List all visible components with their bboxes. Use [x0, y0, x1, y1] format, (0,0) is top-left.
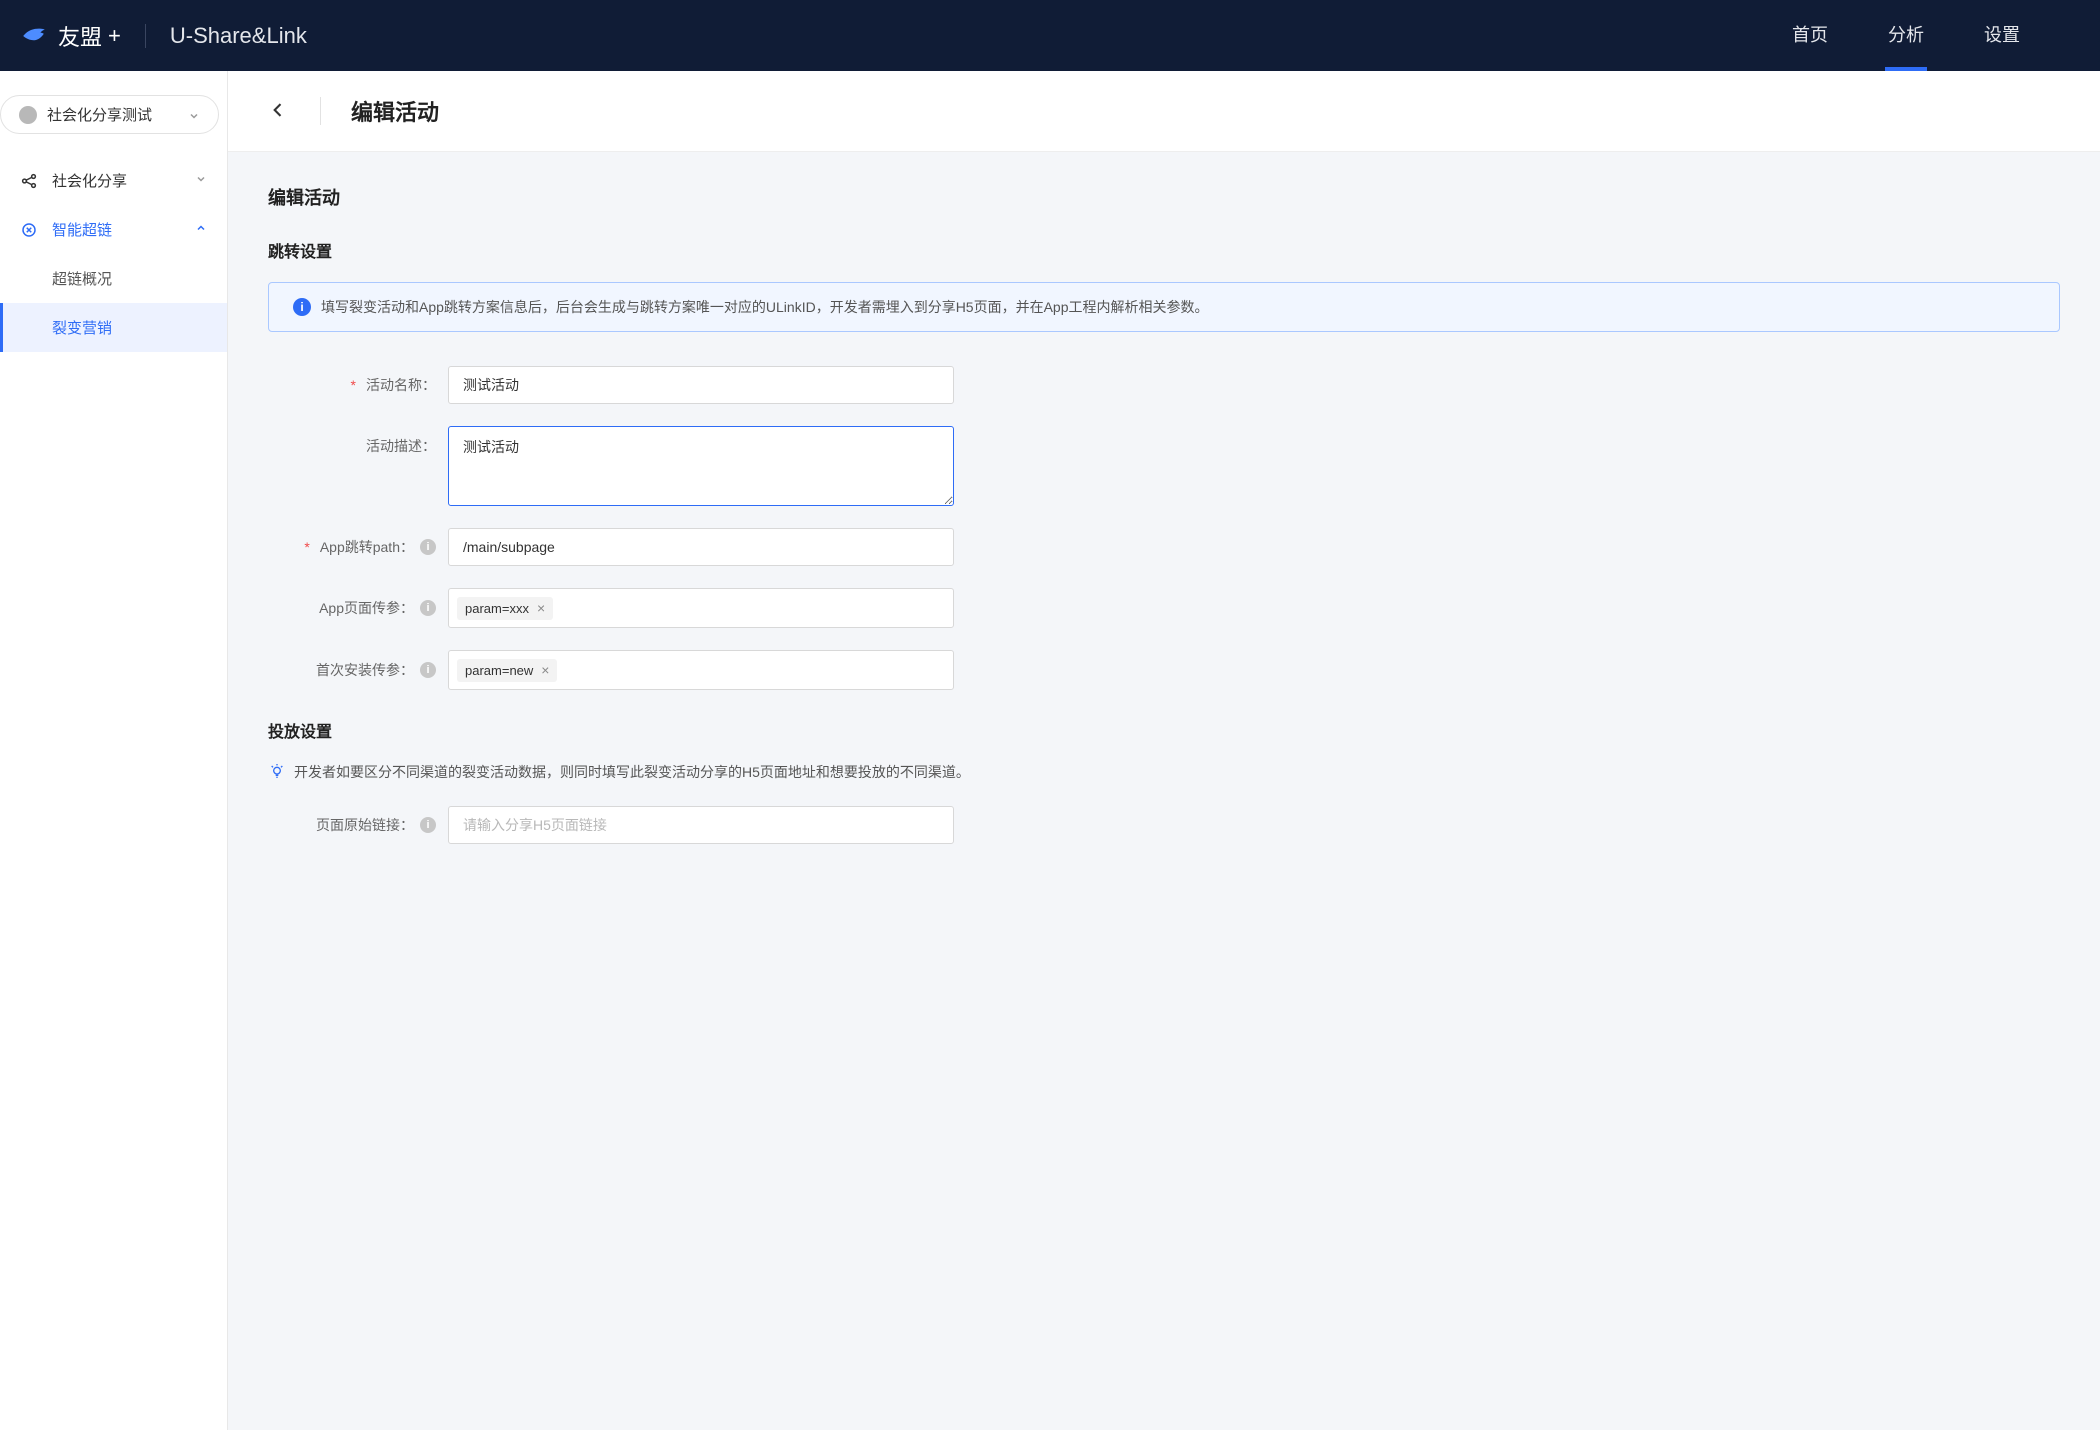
textarea-activity-desc[interactable]: [448, 426, 954, 506]
nav-tab-settings[interactable]: 设置: [1984, 21, 2020, 51]
logo-plus-text: +: [108, 23, 121, 49]
sidebar-sub-fission-marketing[interactable]: 裂变营销: [0, 303, 227, 352]
label-activity-name: *活动名称：: [268, 375, 448, 395]
app-selector[interactable]: 社会化分享测试: [0, 95, 227, 134]
chevron-up-icon: [195, 221, 207, 238]
deploy-tip-text: 开发者如要区分不同渠道的裂变活动数据，则同时填写此裂变活动分享的H5页面地址和想…: [294, 762, 970, 782]
deploy-tip-row: 开发者如要区分不同渠道的裂变活动数据，则同时填写此裂变活动分享的H5页面地址和想…: [268, 762, 2060, 782]
tag-close-icon[interactable]: ×: [541, 663, 549, 677]
help-icon[interactable]: i: [420, 662, 436, 678]
label-activity-desc: 活动描述：: [268, 426, 448, 456]
info-icon: i: [293, 298, 311, 316]
logo-bird-icon: [20, 22, 48, 50]
sidebar-item-label: 裂变营销: [52, 317, 112, 338]
header-divider: [145, 24, 146, 48]
section-title-deploy: 投放设置: [268, 718, 2060, 742]
label-page-param: App页面传参： i: [268, 598, 448, 618]
sidebar-item-smart-link[interactable]: 智能超链: [0, 205, 227, 254]
tag-page-param: param=xxx ×: [457, 597, 553, 620]
sidebar-item-label: 超链概况: [52, 268, 112, 289]
section-title-jump: 跳转设置: [268, 238, 2060, 262]
sidebar-sub-link-overview[interactable]: 超链概况: [0, 254, 227, 303]
logo-text: 友盟 +: [58, 20, 121, 52]
link-icon: [20, 221, 38, 239]
help-icon[interactable]: i: [420, 817, 436, 833]
top-header: 友盟 + U-Share&Link 首页 分析 设置: [0, 0, 2100, 71]
nav-tab-analysis[interactable]: 分析: [1888, 21, 1924, 51]
info-banner: i 填写裂变活动和App跳转方案信息后，后台会生成与跳转方案唯一对应的ULink…: [268, 282, 2060, 332]
chevron-down-icon: [188, 109, 200, 121]
app-dot-icon: [19, 106, 37, 124]
tag-install-param: param=new ×: [457, 659, 557, 682]
info-banner-text: 填写裂变活动和App跳转方案信息后，后台会生成与跳转方案唯一对应的ULinkID…: [321, 297, 1209, 317]
page-header: 编辑活动: [228, 71, 2100, 152]
label-orig-link: 页面原始链接： i: [268, 815, 448, 835]
sidebar-item-label: 智能超链: [52, 219, 112, 240]
nav-tabs: 首页 分析 设置: [1792, 21, 2020, 51]
page-title: 编辑活动: [351, 95, 439, 127]
lightbulb-icon: [268, 763, 286, 781]
main-content: 编辑活动 编辑活动 跳转设置 i 填写裂变活动和App跳转方案信息后，后台会生成…: [228, 71, 2100, 1430]
chevron-down-icon: [195, 172, 207, 189]
app-selector-label: 社会化分享测试: [47, 104, 178, 125]
input-app-path[interactable]: [448, 528, 954, 566]
sidebar-item-label: 社会化分享: [52, 170, 127, 191]
input-orig-link[interactable]: [448, 806, 954, 844]
label-install-param: 首次安装传参： i: [268, 660, 448, 680]
back-arrow-icon[interactable]: [268, 100, 290, 122]
section-title-edit: 编辑活动: [268, 184, 2060, 210]
help-icon[interactable]: i: [420, 600, 436, 616]
label-app-path: *App跳转path： i: [268, 537, 448, 557]
tag-input-install-param[interactable]: param=new ×: [448, 650, 954, 690]
input-activity-name[interactable]: [448, 366, 954, 404]
product-name: U-Share&Link: [170, 23, 307, 49]
logo-area: 友盟 + U-Share&Link: [20, 20, 307, 52]
help-icon[interactable]: i: [420, 539, 436, 555]
nav-tab-home[interactable]: 首页: [1792, 21, 1828, 51]
logo-brand-text: 友盟: [58, 20, 102, 52]
sidebar: 社会化分享测试 社会化分享 智能超链: [0, 71, 228, 1430]
sidebar-item-social-share[interactable]: 社会化分享: [0, 156, 227, 205]
tag-close-icon[interactable]: ×: [537, 601, 545, 615]
tag-input-page-param[interactable]: param=xxx ×: [448, 588, 954, 628]
title-divider: [320, 97, 321, 125]
share-icon: [20, 172, 38, 190]
